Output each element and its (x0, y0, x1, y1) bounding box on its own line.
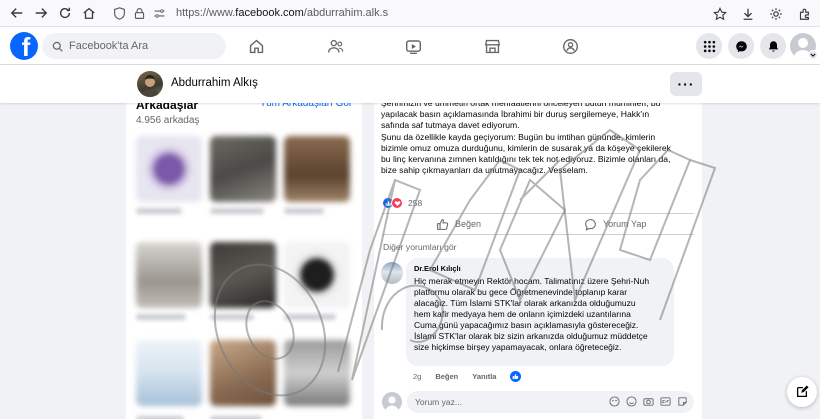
comment-line: Hiç merak etmeyin Rektör hocam. Talimatı… (414, 276, 650, 286)
like-button[interactable]: Beğen (436, 216, 481, 232)
friend-name[interactable] (136, 208, 182, 214)
commenter-avatar[interactable] (381, 262, 403, 284)
post-line: bize sahip çıkmayanları da unutmayacağız… (381, 165, 588, 176)
comment-line: İslami STK'lar olarak biz sizin arkanızd… (414, 331, 648, 341)
notifications-bell-icon[interactable] (760, 33, 786, 59)
friend-photo[interactable] (136, 242, 202, 308)
comment-line: Cuma günü yapacağımız basın açıklamasıyl… (414, 320, 639, 330)
nav-friends-icon[interactable] (305, 27, 365, 65)
account-caret-icon[interactable] (808, 50, 818, 60)
friend-photo[interactable] (210, 242, 276, 308)
profile-sticky-header: Abdurrahim Alkış ··· (0, 65, 820, 103)
settings-gear-icon[interactable] (766, 3, 786, 25)
comment-text: Hiç merak etmeyin Rektör hocam. Talimatı… (414, 276, 670, 353)
url-host: facebook.com (235, 7, 304, 19)
post-line: bu linç kervanına zımnen katıldığını tek… (381, 154, 671, 165)
comment-author[interactable]: Dr.Erol Kılıçlı (414, 264, 461, 273)
comment-reply-button[interactable]: Yanıtla (472, 372, 496, 381)
thumbs-up-icon (437, 218, 449, 230)
shield-icon[interactable] (112, 6, 126, 20)
compose-pencil-icon (796, 385, 809, 398)
profile-picture[interactable] (137, 71, 163, 97)
url-path: /abdurrahim.alk.s (303, 7, 389, 19)
facebook-top-bar: f (0, 27, 820, 65)
post-line: Şunu da özellikle kayda geçiyorum: Bugün… (381, 131, 656, 142)
profile-name[interactable]: Abdurrahim Alkış (171, 77, 258, 89)
extensions-icon[interactable] (794, 3, 814, 25)
home-icon[interactable] (78, 2, 100, 24)
comment-line: alacağız. Tüm İslami STK'lar olarak arka… (414, 298, 636, 308)
comment-actions: 2g Beğen Yanıtla (413, 371, 522, 382)
friend-name[interactable] (136, 314, 186, 320)
friend-photo[interactable] (284, 136, 350, 202)
reaction-count[interactable]: 258 (408, 198, 422, 208)
friend-photo[interactable] (210, 136, 276, 202)
avatar-sticker-icon[interactable] (609, 396, 620, 407)
friend-photo[interactable] (136, 340, 202, 406)
friend-photo[interactable] (136, 136, 202, 202)
comment-time[interactable]: 2g (413, 372, 421, 381)
browser-toolbar: https://www.facebook.com/abdurrahim.alk.… (0, 0, 820, 27)
view-more-comments-link[interactable]: Diğer yorumları gör (383, 242, 457, 252)
post-line: bizimle omuz omuza durduğunu, kimlerin d… (381, 142, 671, 153)
like-button-label: Beğen (455, 219, 482, 229)
new-message-button[interactable] (787, 377, 817, 407)
friend-photo[interactable] (284, 242, 350, 308)
friend-photo[interactable] (284, 340, 350, 406)
friend-name[interactable] (210, 314, 254, 320)
comment-button-label: Yorum Yap (603, 219, 647, 229)
friend-name[interactable] (284, 208, 324, 214)
post-card: Şehrimizin ve ümmetin ortak menfaatlerin… (374, 92, 702, 419)
menu-grid-icon[interactable] (696, 33, 722, 59)
nav-home-icon[interactable] (226, 27, 286, 65)
reaction-summary[interactable]: 258 (382, 197, 422, 209)
divider (382, 234, 694, 235)
back-arrow-icon[interactable] (6, 2, 28, 24)
gif-icon[interactable] (660, 396, 671, 407)
url-text[interactable]: https://www.facebook.com/abdurrahim.alk.… (176, 7, 388, 19)
nav-watch-icon[interactable] (383, 27, 443, 65)
post-line: yapılacak basın açıklamasında İbrahimi b… (381, 109, 650, 120)
forward-arrow-icon[interactable] (30, 2, 52, 24)
reload-icon[interactable] (54, 2, 76, 24)
comment-composer[interactable] (407, 391, 694, 413)
sticker-icon[interactable] (677, 396, 688, 407)
url-prefix: https://www. (176, 7, 236, 19)
comment-line: hem kafir medyaya hem de onların içimizd… (414, 309, 631, 319)
comment-bubble-icon (585, 218, 596, 231)
comment-like-button[interactable]: Beğen (435, 372, 458, 381)
permissions-icon[interactable] (152, 6, 166, 20)
friends-count: 4.956 arkadaş (136, 115, 200, 126)
post-line: safında saf tutmaya davet ediyorum. (381, 120, 520, 131)
friend-name[interactable] (284, 314, 336, 320)
my-avatar[interactable] (382, 392, 402, 412)
friend-name[interactable] (210, 208, 264, 214)
facebook-logo[interactable]: f (10, 32, 38, 60)
messenger-icon[interactable] (728, 33, 754, 59)
comment-like-reaction-icon[interactable] (510, 371, 522, 382)
comment-line: size hiçkimse birşey yapamayacak, onlara… (414, 342, 622, 352)
more-options-button[interactable]: ··· (670, 72, 702, 96)
emoji-icon[interactable] (626, 396, 637, 407)
post-body: Şehrimizin ve ümmetin ortak menfaatlerin… (381, 98, 697, 176)
comment-button[interactable]: Yorum Yap (584, 216, 646, 232)
camera-icon[interactable] (643, 396, 654, 407)
nav-marketplace-icon[interactable] (462, 27, 522, 65)
comment-input[interactable] (415, 397, 595, 407)
address-bar[interactable]: https://www.facebook.com/abdurrahim.alk.… (112, 2, 712, 24)
friend-photo[interactable] (210, 340, 276, 406)
search-input[interactable] (69, 40, 219, 52)
search-icon (52, 41, 63, 52)
facebook-logo-letter: f (21, 32, 31, 60)
nav-groups-icon[interactable] (540, 27, 600, 65)
search-box[interactable] (42, 33, 226, 59)
friends-card: Arkadaşlar Tüm Arkadaşları Gör 4.956 ark… (126, 92, 362, 419)
download-icon[interactable] (738, 3, 758, 25)
divider (382, 213, 694, 214)
lock-icon[interactable] (132, 6, 146, 20)
love-reaction-icon (391, 197, 403, 209)
bookmark-star-icon[interactable] (710, 3, 730, 25)
comment-bubble: Dr.Erol Kılıçlı Hiç merak etmeyin Rektör… (406, 258, 674, 366)
comment-line: platformu olarak bu gece Öğretmenevinde … (414, 287, 628, 297)
